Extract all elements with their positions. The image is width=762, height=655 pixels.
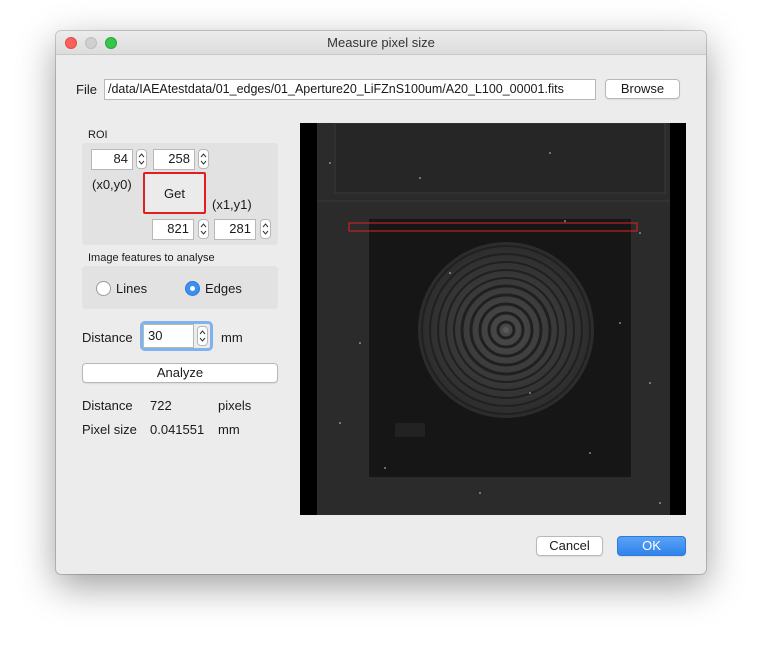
cancel-button[interactable]: Cancel: [536, 536, 603, 556]
analyze-button[interactable]: Analyze: [82, 363, 278, 383]
lines-radio-label[interactable]: Lines: [116, 281, 147, 296]
result-pixel-size-unit: mm: [218, 422, 240, 437]
roi-x0-stepper[interactable]: [136, 149, 147, 169]
roi-p1-label: (x1,y1): [212, 197, 252, 212]
edges-radio-label[interactable]: Edges: [205, 281, 242, 296]
distance-input[interactable]: 30: [143, 324, 194, 348]
measure-pixel-size-dialog: Measure pixel size File /data/IAEAtestda…: [56, 31, 706, 574]
spinner-arrows-icon: [200, 223, 207, 235]
spinner-arrows-icon: [138, 153, 145, 165]
result-pixel-size-value: 0.041551: [150, 422, 205, 437]
title-bar: Measure pixel size: [56, 31, 706, 55]
roi-p0-label: (x0,y0): [92, 177, 132, 192]
features-label: Image features to analyse: [88, 252, 215, 264]
distance-label: Distance: [82, 330, 133, 345]
roi-y0-input[interactable]: 258: [153, 149, 195, 170]
window-title: Measure pixel size: [327, 35, 435, 50]
roi-y0-stepper[interactable]: [198, 149, 209, 169]
lines-radio[interactable]: [96, 281, 111, 296]
features-panel: [82, 266, 278, 309]
edges-radio[interactable]: [185, 281, 200, 296]
result-distance-unit: pixels: [218, 398, 252, 413]
result-pixel-size-label: Pixel size: [82, 422, 137, 437]
spinner-arrows-icon: [262, 223, 269, 235]
roi-x1-input[interactable]: 821: [152, 219, 194, 240]
result-distance-value: 722: [150, 398, 172, 413]
roi-x1-stepper[interactable]: [198, 219, 209, 239]
browse-button[interactable]: Browse: [605, 79, 680, 99]
distance-stepper[interactable]: [197, 326, 208, 346]
spinner-arrows-icon: [200, 153, 207, 165]
spinner-arrows-icon: [199, 330, 206, 342]
file-label: File: [76, 82, 97, 97]
file-path-field[interactable]: /data/IAEAtestdata/01_edges/01_Aperture2…: [104, 79, 596, 100]
roi-label: ROI: [88, 129, 108, 141]
distance-unit: mm: [221, 330, 243, 345]
roi-y1-stepper[interactable]: [260, 219, 271, 239]
result-distance-label: Distance: [82, 398, 133, 413]
image-viewer[interactable]: [300, 123, 686, 515]
radiograph-image: [300, 123, 686, 515]
roi-x0-input[interactable]: 84: [91, 149, 133, 170]
roi-y1-input[interactable]: 281: [214, 219, 256, 240]
roi-get-button[interactable]: Get: [143, 172, 206, 214]
ok-button[interactable]: OK: [617, 536, 686, 556]
